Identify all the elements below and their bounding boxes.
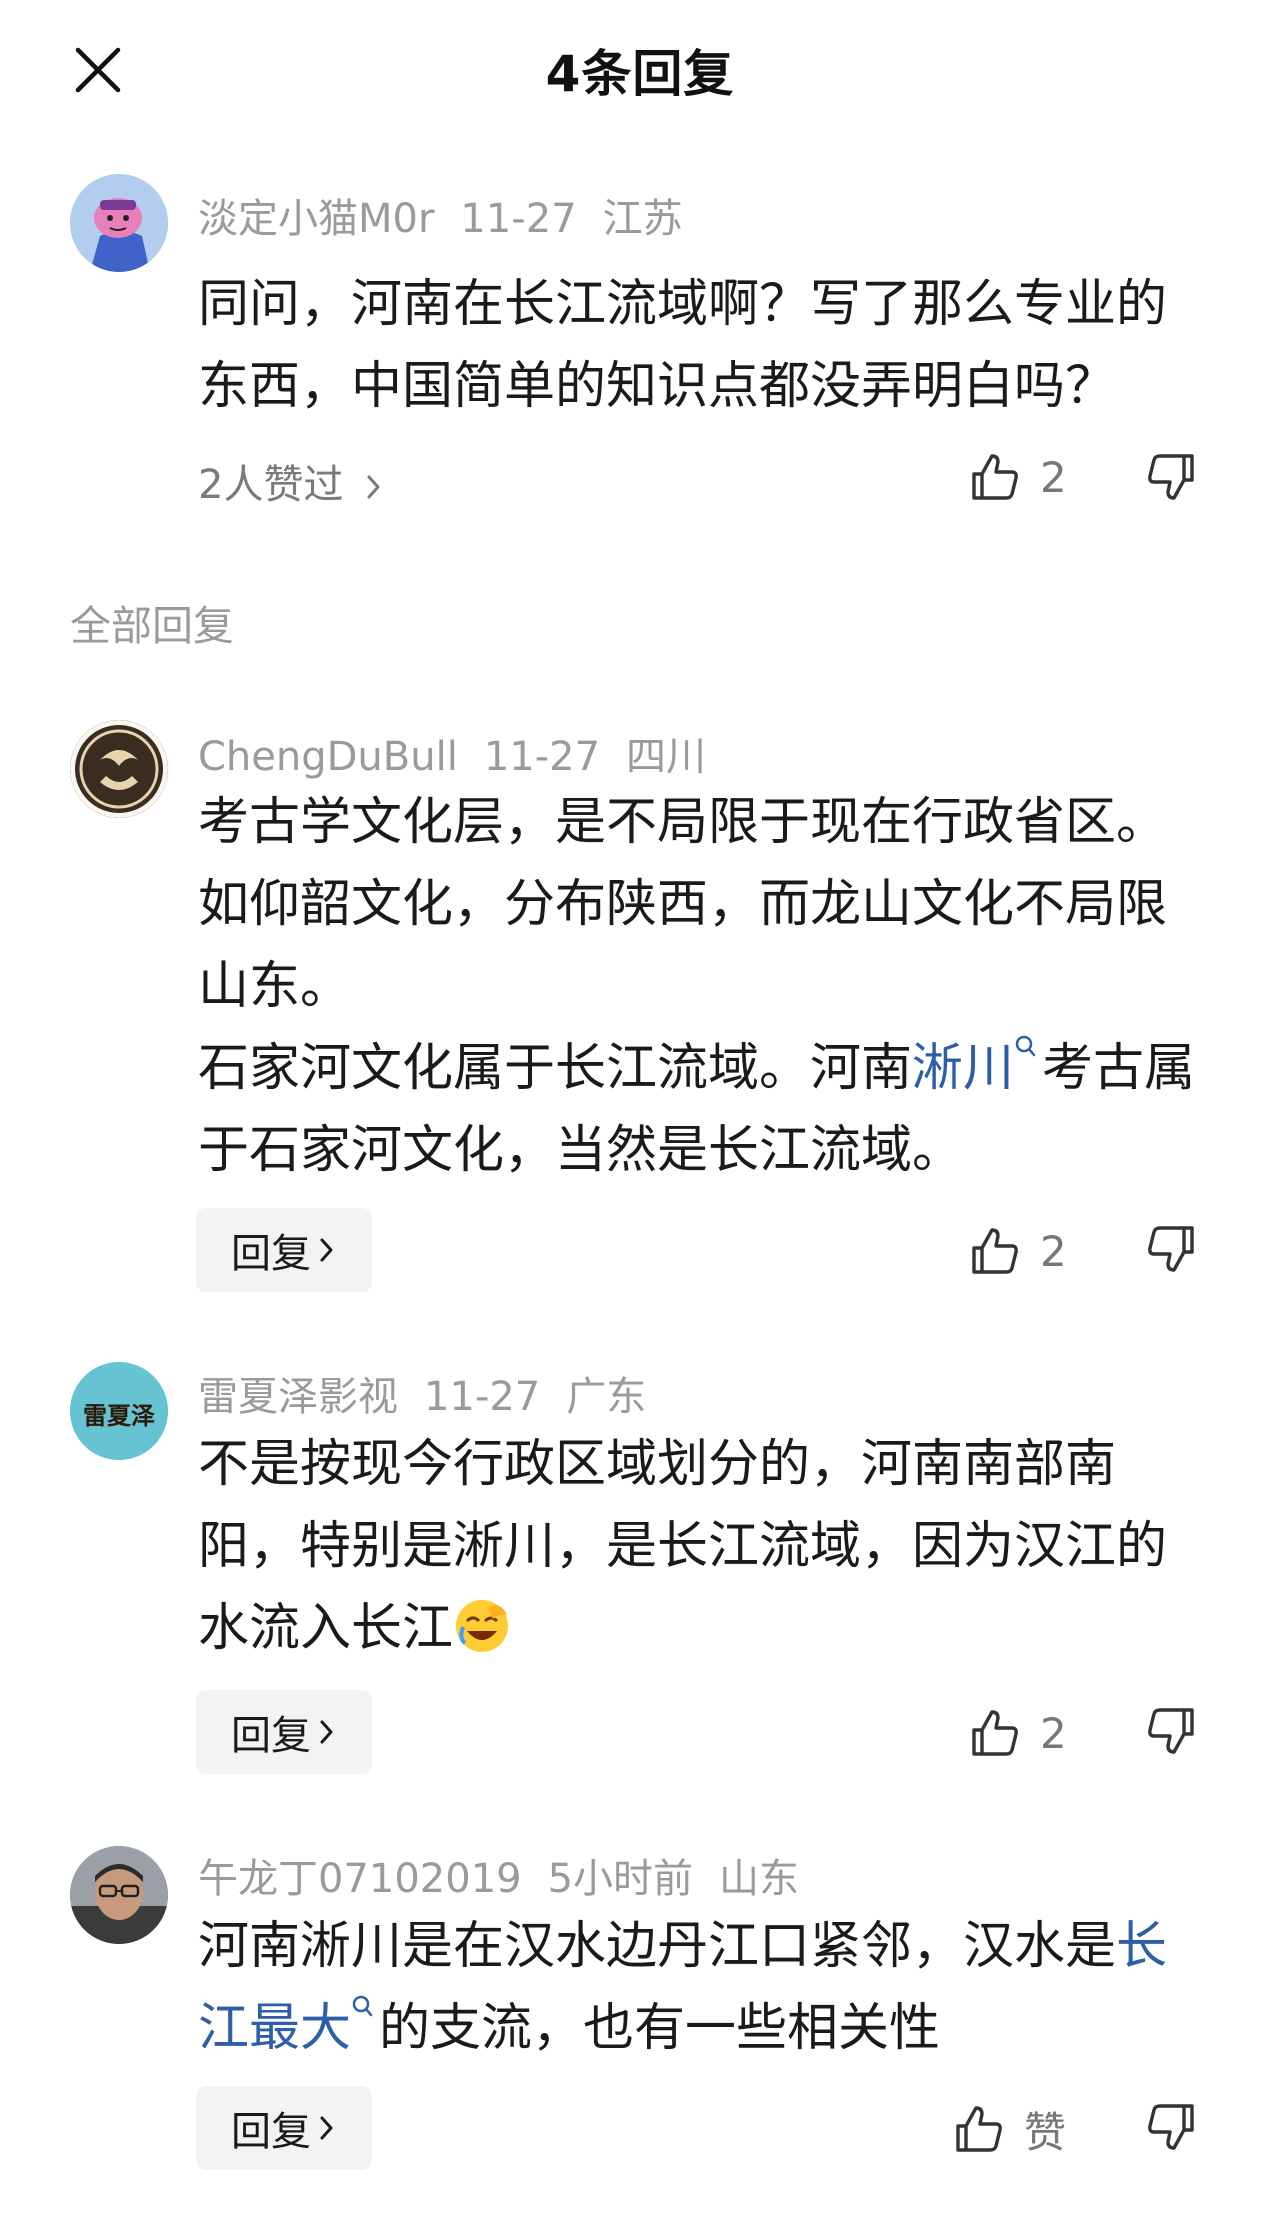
chevron-right-icon — [320, 2116, 333, 2140]
section-label: 全部回复 — [70, 602, 234, 650]
reply-label: 回复 — [231, 1713, 311, 1759]
comment-date: 11-27 — [424, 1374, 541, 1420]
comment-location: 江苏 — [602, 196, 683, 242]
comment-meta: 雷夏泽影视 11-27 广东 — [198, 1364, 672, 1422]
thumbs-up-icon — [972, 1228, 1018, 1274]
avatar[interactable]: 雷夏泽 — [70, 1362, 168, 1460]
chevron-right-icon — [320, 1238, 333, 1262]
comment-location: 四川 — [626, 734, 707, 780]
avatar[interactable] — [70, 720, 168, 818]
reply-button[interactable]: 回复 — [196, 2086, 372, 2170]
like-label: 赞 — [1024, 2107, 1067, 2157]
top-bar: 4条回复 — [0, 0, 1280, 140]
search-icon — [352, 1995, 373, 2017]
thumbs-down-icon — [1148, 1226, 1194, 1272]
chevron-right-icon — [320, 1720, 333, 1744]
thumbs-up-icon — [956, 2106, 1002, 2152]
dislike-button[interactable] — [1144, 1704, 1204, 1764]
likes-by-link[interactable]: 2人赞过 — [198, 452, 384, 510]
like-button[interactable]: 2 — [968, 1698, 1067, 1768]
thumbs-down-icon — [1148, 1708, 1194, 1754]
username[interactable]: 淡定小猫M0r — [198, 196, 434, 242]
comment-text: 不是按现今行政区域划分的，河南南部南阳，特别是淅川，是长江流域，因为汉江的水流入… — [198, 1424, 1208, 1670]
comment-text: 考古学文化层，是不局限于现在行政省区。如仰韶文化，分布陕西，而龙山文化不局限山东… — [198, 782, 1208, 1192]
thumbs-up-icon — [972, 454, 1018, 500]
like-button[interactable]: 2 — [968, 442, 1067, 512]
reply-label: 回复 — [231, 1231, 311, 1277]
comment-meta: 午龙丁07102019 5小时前 山东 — [198, 1846, 825, 1904]
reply-button[interactable]: 回复 — [196, 1690, 372, 1774]
thumbs-down-icon — [1148, 2104, 1194, 2150]
comment-date: 11-27 — [483, 734, 601, 780]
dislike-button[interactable] — [1144, 1222, 1204, 1282]
username[interactable]: ChengDuBull — [198, 734, 458, 780]
text-segment: 不是按现今行政区域划分的，河南南部南阳，特别是淅川，是长江流域，因为汉江的水流入… — [198, 1435, 1168, 1658]
dislike-button[interactable] — [1144, 450, 1204, 510]
username[interactable]: 午龙丁07102019 — [198, 1856, 522, 1902]
thumbs-up-icon — [972, 1710, 1018, 1756]
text-segment: 石家河文化属于长江流域。河南 — [198, 1039, 913, 1098]
avatar[interactable] — [70, 174, 168, 272]
avatar[interactable] — [70, 1846, 168, 1944]
thumbs-down-icon — [1148, 454, 1194, 500]
search-link[interactable]: 淅川 — [912, 1035, 1042, 1098]
avatar-text: 雷夏泽 — [83, 1401, 155, 1430]
dislike-button[interactable] — [1144, 2100, 1204, 2160]
like-button[interactable]: 2 — [968, 1216, 1067, 1286]
reply-button[interactable]: 回复 — [196, 1208, 372, 1292]
comment-location: 广东 — [566, 1374, 647, 1420]
text-segment: 的支流，也有一些相关性 — [379, 1999, 941, 2058]
comment-text: 同问，河南在长江流域啊？写了那么专业的东西，中国简单的知识点都没弄明白吗？ — [198, 275, 1168, 416]
like-count: 2 — [1040, 1708, 1067, 1758]
search-icon — [1015, 1035, 1036, 1057]
laughing-emoji — [456, 1600, 509, 1652]
text-segment: 河南淅川是在汉水边丹江口紧邻，汉水是 — [198, 1917, 1117, 1976]
like-count: 2 — [1040, 1226, 1067, 1276]
page-title: 4条回复 — [545, 45, 735, 103]
like-count: 2 — [1040, 452, 1067, 502]
like-button[interactable]: 赞 — [952, 2094, 1066, 2164]
comment-date: 11-27 — [460, 196, 577, 242]
chevron-right-icon — [367, 475, 380, 499]
comment-meta: ChengDuBull 11-27 四川 — [198, 724, 732, 782]
likes-by-label: 2人赞过 — [198, 462, 344, 508]
comment-text: 河南淅川是在汉水边丹江口紧邻，汉水是长江最大 的支流，也有一些相关性 — [198, 1906, 1208, 2070]
link-text: 淅川 — [912, 1039, 1015, 1098]
comment-paragraph: 石家河文化属于长江流域。河南淅川 考古属于石家河文化，当然是长江流域。 — [198, 1028, 1208, 1192]
comment-location: 山东 — [719, 1856, 800, 1902]
username[interactable]: 雷夏泽影视 — [198, 1374, 398, 1420]
comment-meta: 淡定小猫M0r 11-27 江苏 — [198, 186, 709, 244]
comment-date: 5小时前 — [547, 1856, 694, 1902]
reply-label: 回复 — [231, 2109, 311, 2155]
comment-paragraph: 考古学文化层，是不局限于现在行政省区。如仰韶文化，分布陕西，而龙山文化不局限山东… — [198, 793, 1168, 1016]
